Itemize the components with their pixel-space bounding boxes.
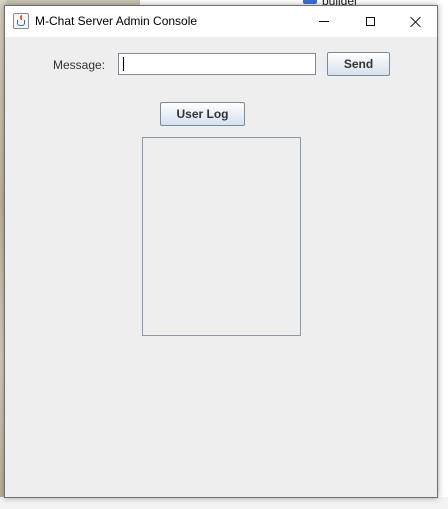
java-cup-icon[interactable]: [13, 13, 29, 29]
text-caret: [123, 57, 124, 71]
desktop-background-bottom: [0, 497, 448, 509]
minimize-icon: [319, 21, 329, 22]
cup-shape: [17, 20, 25, 26]
close-button[interactable]: [393, 6, 439, 37]
window-title: M-Chat Server Admin Console: [35, 14, 198, 28]
title-bar[interactable]: M-Chat Server Admin Console: [5, 6, 437, 37]
message-label: Message:: [53, 58, 106, 72]
close-icon: [410, 16, 422, 28]
send-button[interactable]: Send: [327, 52, 390, 76]
window-content: Message: Send User Log: [5, 37, 437, 497]
admin-console-window: M-Chat Server Admin Console Message: Sen…: [4, 5, 438, 498]
minimize-button[interactable]: [301, 6, 347, 37]
folder-icon: [303, 0, 317, 4]
maximize-button[interactable]: [347, 6, 393, 37]
user-log-list[interactable]: [142, 137, 301, 336]
maximize-icon: [365, 17, 375, 26]
message-input[interactable]: [118, 53, 316, 75]
user-log-button[interactable]: User Log: [160, 102, 245, 126]
